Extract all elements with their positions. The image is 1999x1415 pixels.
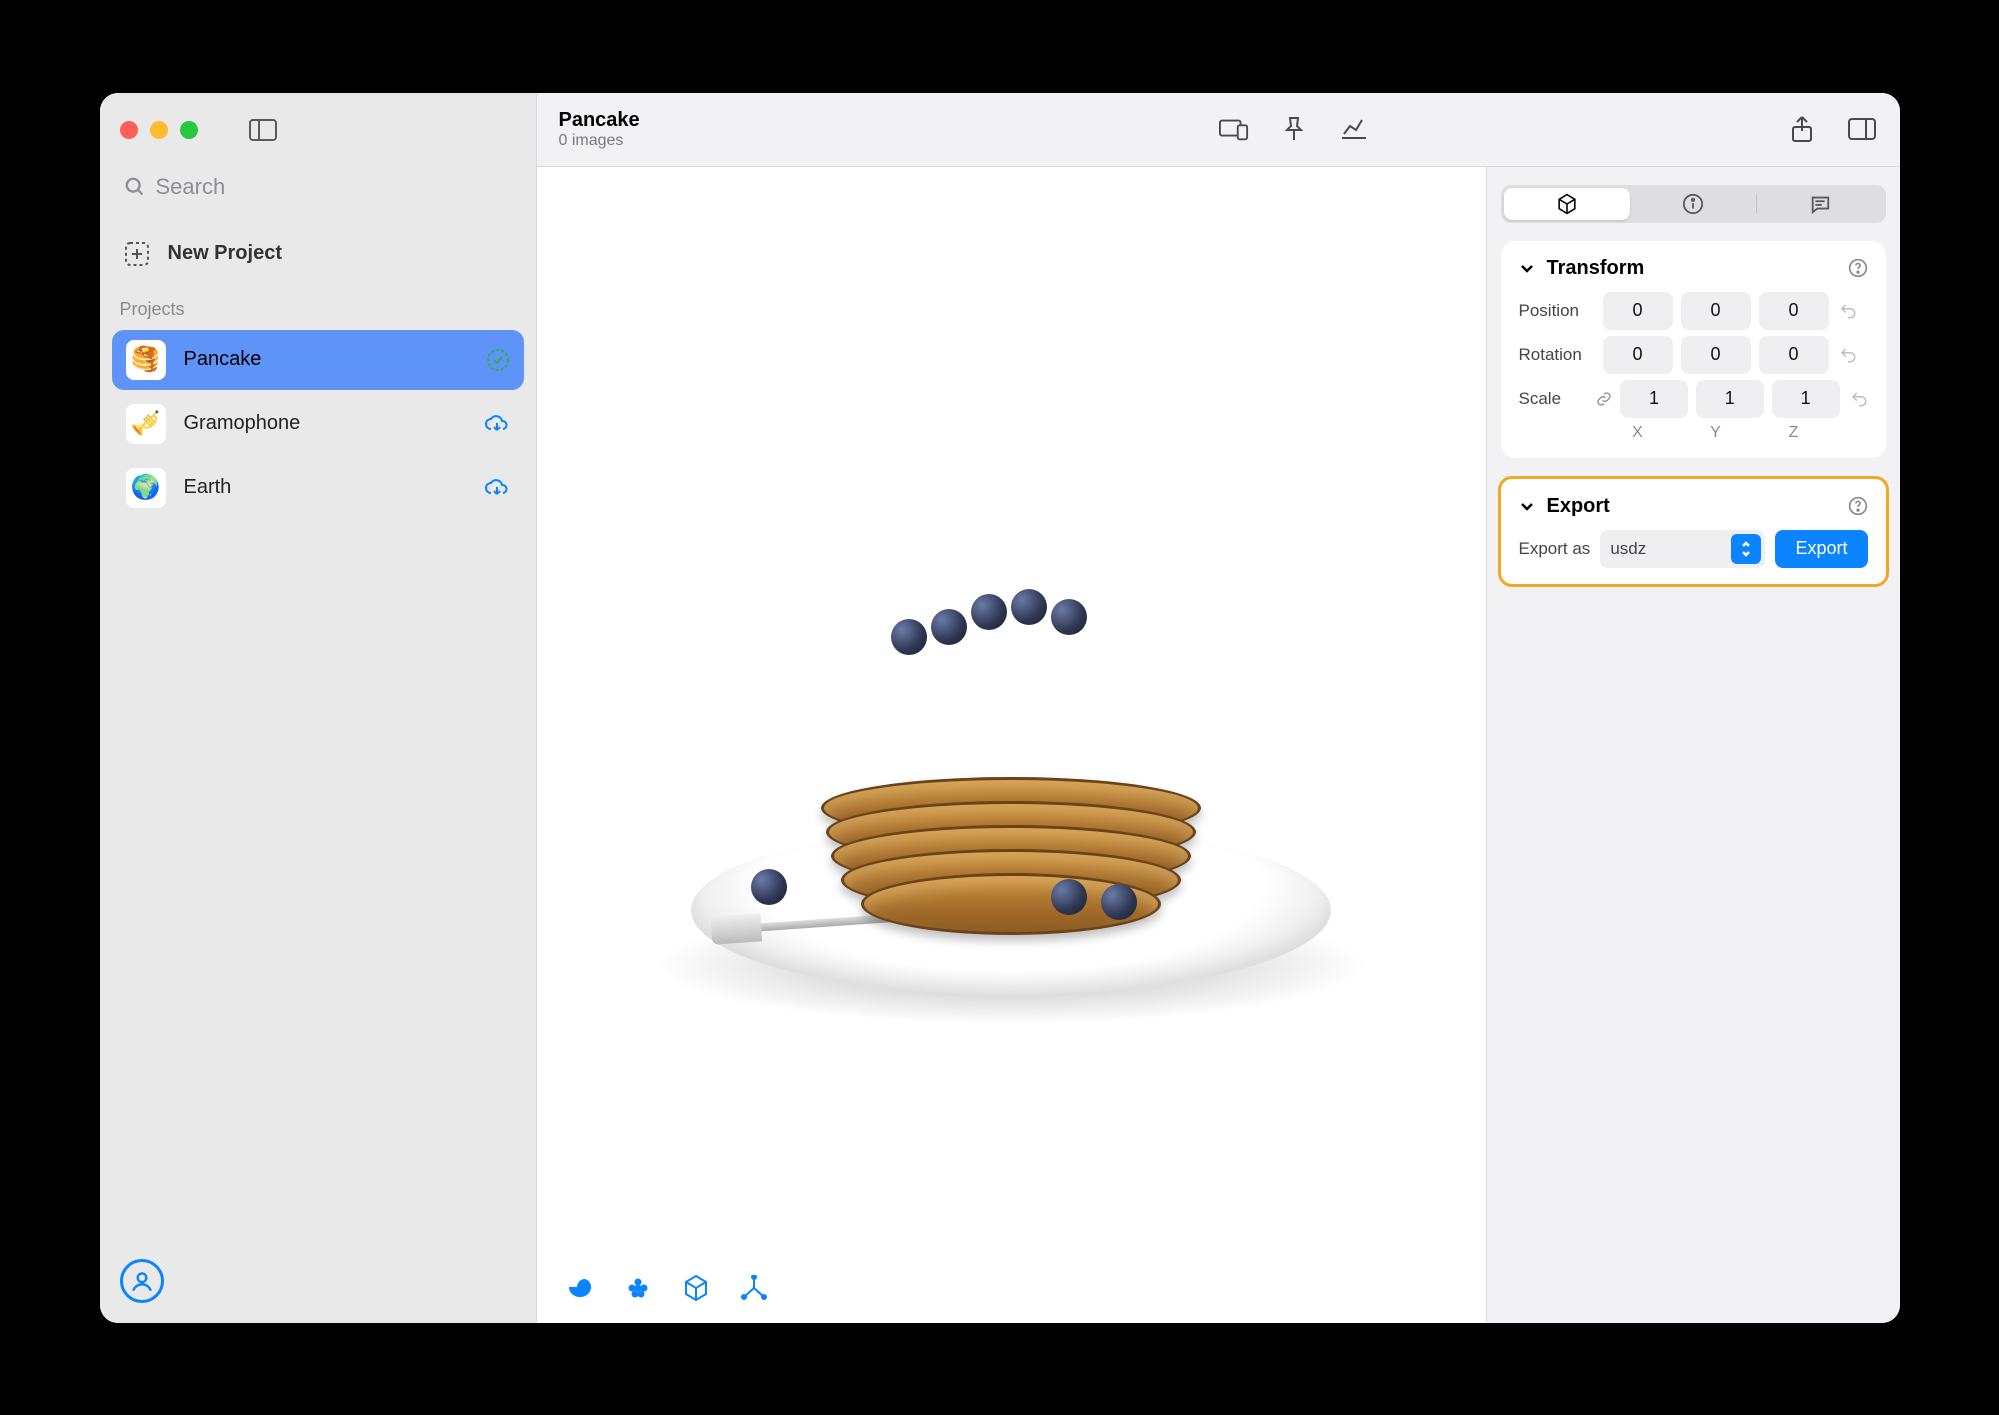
select-stepper-icon [1731,534,1761,564]
sync-complete-icon [486,348,510,372]
export-panel: Export Export as usdz Export [1498,476,1889,587]
minimize-window-button[interactable] [150,121,168,139]
scale-label: Scale [1519,389,1593,409]
rotation-y-input[interactable]: 0 [1681,336,1751,374]
transform-title: Transform [1547,257,1645,280]
export-format-value: usdz [1610,539,1646,559]
viewport-toolbar [565,1273,769,1303]
export-title: Export [1547,495,1610,518]
link-scale-icon[interactable] [1596,391,1612,407]
device-preview-button[interactable] [1219,114,1249,144]
new-project-label: New Project [168,242,282,265]
cloud-download-icon[interactable] [484,477,510,499]
mesh-view-button[interactable] [681,1273,711,1303]
search-field[interactable]: Search [116,167,520,207]
traffic-lights [120,121,198,139]
undo-icon[interactable] [1850,390,1868,408]
export-format-select[interactable]: usdz [1600,530,1765,568]
toggle-inspector-button[interactable] [1847,114,1877,144]
model-preview [631,465,1391,1025]
title-block: Pancake 0 images [559,109,640,150]
inspector: Transform Position 0 0 0 Rotation 0 0 [1486,167,1900,1323]
export-as-label: Export as [1519,539,1591,559]
center-tools [1219,114,1369,144]
right-tools [1787,114,1877,144]
search-placeholder: Search [156,174,226,200]
project-thumb: 🎺 [126,404,166,444]
scale-y-input[interactable]: 1 [1696,380,1764,418]
help-icon[interactable] [1848,496,1868,516]
new-project-button[interactable]: New Project [116,233,520,275]
export-button[interactable]: Export [1775,530,1867,568]
analytics-button[interactable] [1339,114,1369,144]
project-item-gramophone[interactable]: 🎺 Gramophone [112,394,524,454]
project-thumb: 🌍 [126,468,166,508]
undo-icon[interactable] [1839,302,1857,320]
project-thumb: 🥞 [126,340,166,380]
pin-button[interactable] [1279,114,1309,144]
point-cloud-button[interactable] [623,1273,653,1303]
main-area: Pancake 0 images [536,93,1900,1323]
rotation-label: Rotation [1519,345,1595,365]
window-controls-bar [100,93,536,167]
viewport-3d[interactable] [537,167,1486,1323]
tab-comments[interactable] [1757,188,1883,220]
position-x-input[interactable]: 0 [1603,292,1673,330]
toolbar: Pancake 0 images [537,93,1900,167]
toggle-sidebar-button[interactable] [248,115,278,145]
account-button[interactable] [120,1259,164,1303]
chevron-down-icon[interactable] [1519,498,1535,514]
search-icon [124,176,146,198]
fullscreen-window-button[interactable] [180,121,198,139]
lighting-mode-button[interactable] [565,1273,595,1303]
cloud-download-icon[interactable] [484,413,510,435]
axes-view-button[interactable] [739,1273,769,1303]
project-name: Pancake [184,348,262,371]
tab-info[interactable] [1630,188,1756,220]
project-name: Earth [184,476,232,499]
position-label: Position [1519,301,1595,321]
account-footer [100,1239,536,1323]
help-icon[interactable] [1848,258,1868,278]
document-title: Pancake [559,109,640,132]
app-window: Search New Project Projects 🥞 Pancake 🎺 … [100,93,1900,1323]
scale-z-input[interactable]: 1 [1772,380,1840,418]
project-list: 🥞 Pancake 🎺 Gramophone 🌍 Earth [112,330,524,518]
position-z-input[interactable]: 0 [1759,292,1829,330]
tab-object[interactable] [1504,188,1630,220]
project-item-earth[interactable]: 🌍 Earth [112,458,524,518]
undo-icon[interactable] [1839,346,1857,364]
sidebar: Search New Project Projects 🥞 Pancake 🎺 … [100,93,536,1323]
scale-x-input[interactable]: 1 [1620,380,1688,418]
project-name: Gramophone [184,412,301,435]
add-icon [124,241,150,267]
transform-panel: Transform Position 0 0 0 Rotation 0 0 [1501,241,1886,458]
position-y-input[interactable]: 0 [1681,292,1751,330]
inspector-tabs [1501,185,1886,223]
chevron-down-icon[interactable] [1519,260,1535,276]
project-item-pancake[interactable]: 🥞 Pancake [112,330,524,390]
projects-section-label: Projects [100,285,536,326]
close-window-button[interactable] [120,121,138,139]
rotation-z-input[interactable]: 0 [1759,336,1829,374]
document-subtitle: 0 images [559,132,640,150]
content-row: Transform Position 0 0 0 Rotation 0 0 [537,167,1900,1323]
axis-labels: X Y Z [1603,424,1868,442]
share-button[interactable] [1787,114,1817,144]
rotation-x-input[interactable]: 0 [1603,336,1673,374]
